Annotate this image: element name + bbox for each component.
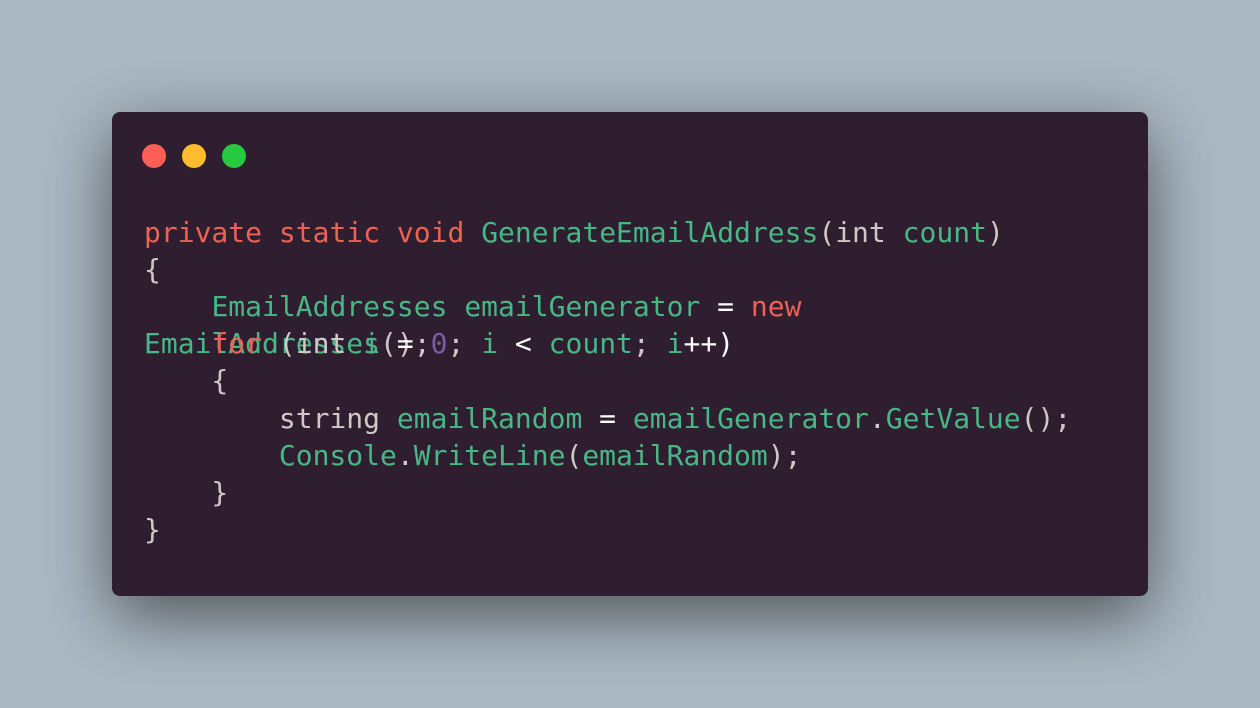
code-token: ): [986, 216, 1004, 249]
code-token: );: [767, 439, 802, 472]
code-token: }: [144, 513, 161, 546]
code-line-4-for: for (int i = 0; i < count; i++): [144, 325, 734, 362]
maximize-button[interactable]: [222, 144, 246, 168]
code-token: (: [565, 439, 583, 472]
code-line-1: private static void GenerateEmailAddress…: [144, 214, 1004, 251]
code-token: void: [396, 216, 465, 249]
code-token: ;: [632, 327, 667, 360]
code-token: <: [498, 327, 549, 360]
code-token: private: [144, 216, 263, 249]
code-token: count: [548, 327, 633, 360]
code-token: GenerateEmailAddress: [481, 216, 819, 249]
code-token: {: [144, 364, 229, 397]
code-token: Console: [278, 439, 397, 472]
code-line-8: }: [144, 474, 228, 511]
code-token: for: [211, 327, 263, 360]
code-token: new: [750, 290, 802, 323]
code-token: emailGenerator: [464, 290, 701, 323]
code-token: (: [818, 216, 836, 249]
code-token: static: [278, 216, 381, 249]
code-line-9: }: [144, 511, 161, 548]
code-token: count: [902, 216, 987, 249]
code-line-2: {: [144, 251, 161, 288]
code-line-7: Console.WriteLine(emailRandom);: [144, 437, 802, 474]
code-token: ++): [683, 327, 735, 360]
code-token: i: [481, 327, 499, 360]
code-token: GetValue: [885, 402, 1021, 435]
code-token: .: [396, 439, 414, 472]
code-token: emailGenerator: [632, 402, 869, 435]
code-token: (: [262, 327, 296, 360]
code-token: int: [295, 327, 347, 360]
code-line-3: EmailAddresses emailGenerator = new: [144, 288, 801, 325]
code-token: string: [278, 402, 381, 435]
code-token: EmailAddresses: [211, 290, 448, 323]
code-token: ;: [447, 327, 482, 360]
code-token: }: [144, 476, 229, 509]
code-token: emailRandom: [396, 402, 583, 435]
code-token: =: [700, 290, 751, 323]
close-button[interactable]: [142, 144, 166, 168]
code-token: ();: [1020, 402, 1072, 435]
code-token: i: [363, 327, 381, 360]
code-token: WriteLine: [413, 439, 566, 472]
code-token: i: [666, 327, 684, 360]
code-token: 0: [430, 327, 448, 360]
code-line-6: string emailRandom = emailGenerator.GetV…: [144, 400, 1071, 437]
code-block: private static void GenerateEmailAddress…: [144, 214, 1124, 574]
code-line-5: {: [144, 362, 228, 399]
code-token: emailRandom: [582, 439, 768, 472]
code-token: =: [380, 327, 431, 360]
code-token: .: [868, 402, 886, 435]
code-window: private static void GenerateEmailAddress…: [112, 112, 1148, 596]
code-token: {: [144, 253, 161, 286]
code-token: =: [582, 402, 633, 435]
code-token: int: [835, 216, 886, 249]
minimize-button[interactable]: [182, 144, 206, 168]
